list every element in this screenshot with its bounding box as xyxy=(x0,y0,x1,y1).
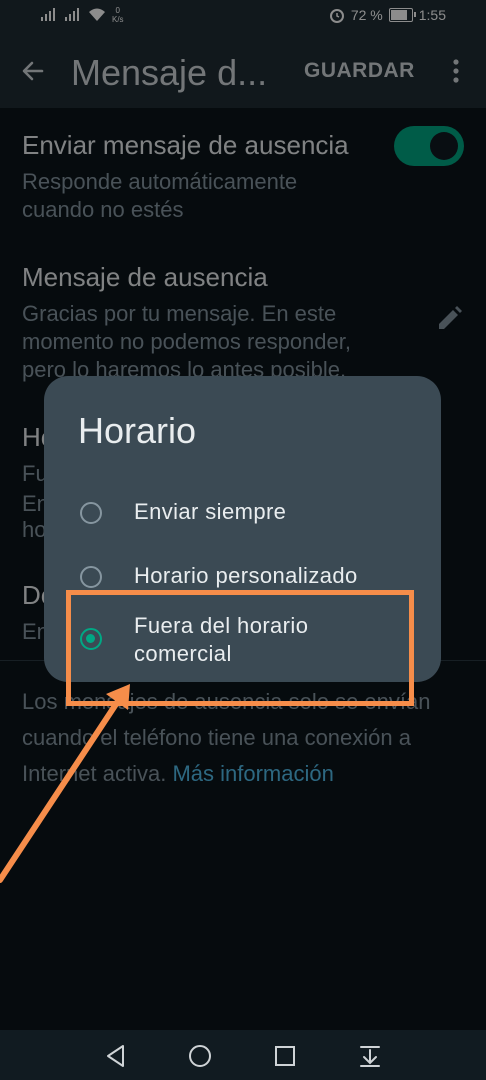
nav-back-icon[interactable] xyxy=(103,1043,129,1069)
radio-custom[interactable] xyxy=(80,566,102,588)
dialog-title: Horario xyxy=(78,410,197,451)
nav-recents-icon[interactable] xyxy=(272,1043,298,1069)
system-nav-bar xyxy=(0,1030,486,1080)
radio-always[interactable] xyxy=(80,502,102,524)
option-always[interactable]: Enviar siempre xyxy=(44,492,441,550)
nav-notification-pull-icon[interactable] xyxy=(357,1043,383,1069)
option-custom-label: Horario personalizado xyxy=(134,563,358,588)
annotation-arrow-icon xyxy=(0,684,130,883)
option-always-label: Enviar siempre xyxy=(134,499,287,524)
nav-home-icon[interactable] xyxy=(187,1043,213,1069)
